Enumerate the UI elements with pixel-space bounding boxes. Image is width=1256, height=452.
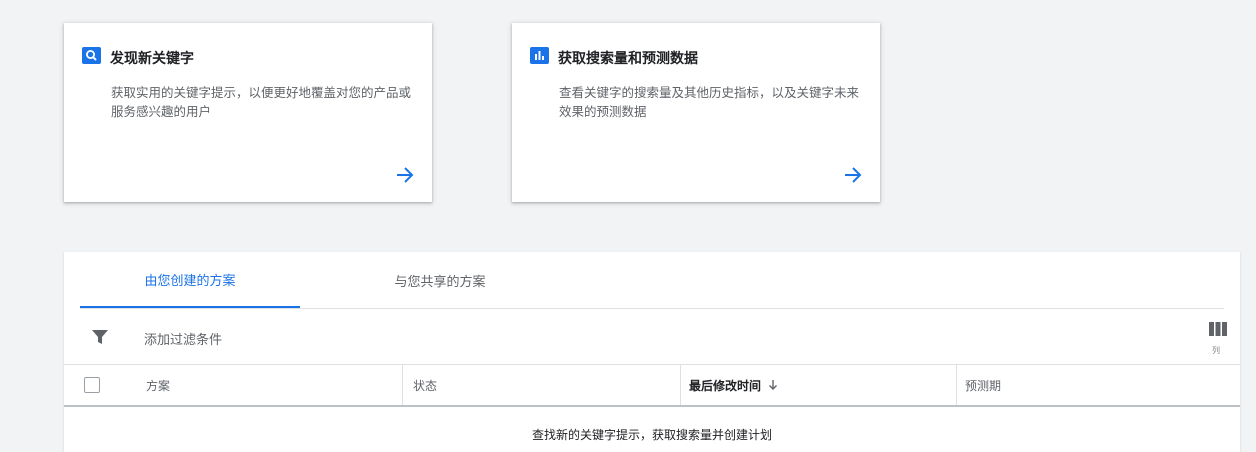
column-header-plan[interactable]: 方案 [146, 365, 402, 405]
column-header-forecast-period[interactable]: 预测期 [956, 365, 1240, 405]
table-header: 方案 状态 最后修改时间 预测期 [64, 365, 1240, 407]
columns-button[interactable]: 列 [1208, 321, 1228, 357]
columns-icon [1209, 322, 1227, 336]
card-title: 获取搜索量和预测数据 [558, 51, 698, 67]
bar-chart-icon [530, 47, 549, 64]
search-volume-forecast-card[interactable]: 获取搜索量和预测数据 查看关键字的搜索量及其他历史指标，以及关键字未来效果的预测… [512, 23, 880, 202]
arrow-right-icon[interactable] [394, 164, 416, 186]
arrow-right-icon[interactable] [842, 164, 864, 186]
filter-bar: 添加过滤条件 列 [64, 309, 1240, 365]
tab-created-by-you[interactable]: 由您创建的方案 [80, 252, 300, 308]
columns-label: 列 [1212, 346, 1220, 355]
column-header-status[interactable]: 状态 [402, 365, 680, 405]
column-header-last-modified[interactable]: 最后修改时间 [680, 365, 956, 405]
card-title: 发现新关键字 [110, 51, 194, 67]
tab-shared-with-you[interactable]: 与您共享的方案 [330, 252, 550, 308]
select-all-checkbox[interactable] [84, 377, 100, 393]
empty-state-message: 查找新的关键字提示，获取搜索量并创建计划 [531, 428, 772, 442]
card-description: 查看关键字的搜索量及其他历史指标，以及关键字未来效果的预测数据 [559, 85, 860, 119]
card-description: 获取实用的关键字提示，以便更好地覆盖对您的产品或服务感兴趣的用户 [111, 85, 412, 119]
column-header-label: 最后修改时间 [689, 378, 762, 393]
plans-tabs: 由您创建的方案 与您共享的方案 [80, 252, 1224, 309]
add-filter-button[interactable]: 添加过滤条件 [144, 329, 222, 348]
arrow-down-icon [769, 380, 778, 390]
discover-keywords-card[interactable]: 发现新关键字 获取实用的关键字提示，以便更好地覆盖对您的产品或服务感兴趣的用户 [64, 23, 432, 202]
search-icon [82, 47, 101, 64]
filter-icon[interactable] [91, 328, 109, 346]
plans-panel: 由您创建的方案 与您共享的方案 添加过滤条件 列 方案 状态 最后修改时间 预测… [64, 252, 1240, 452]
